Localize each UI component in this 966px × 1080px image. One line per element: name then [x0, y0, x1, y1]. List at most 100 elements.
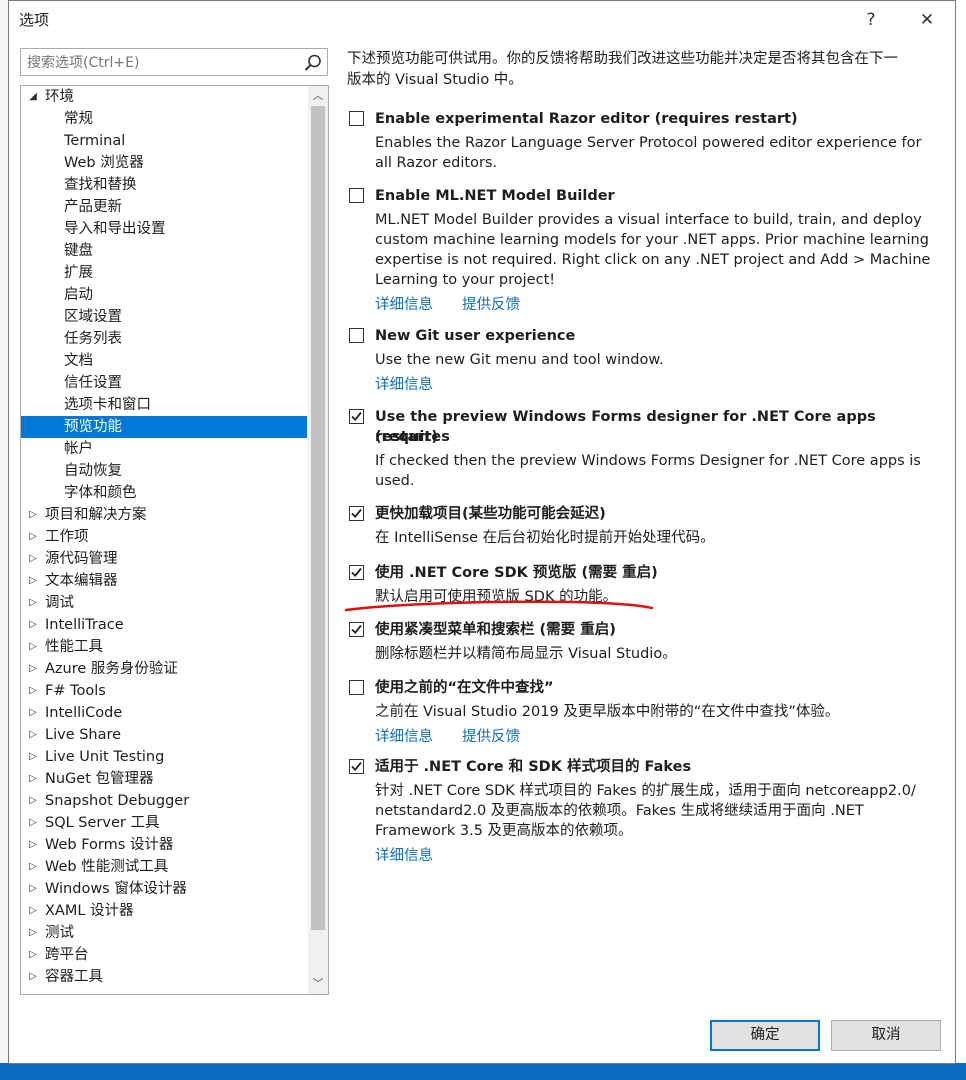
collapsed-arrow-icon[interactable]: ▷: [27, 636, 39, 658]
checkbox-unchecked[interactable]: [349, 111, 364, 126]
scroll-down-icon[interactable]: ﹀: [308, 974, 328, 994]
tree-item[interactable]: ▷ 工作项: [21, 526, 307, 548]
option-title[interactable]: Enable ML.NET Model Builder: [375, 186, 935, 206]
option-title[interactable]: 使用紧凑型菜单和搜索栏 (需要 重启): [375, 620, 935, 640]
tree-item[interactable]: Web 浏览器: [21, 152, 307, 174]
details-link[interactable]: 详细信息: [375, 373, 433, 394]
collapsed-arrow-icon[interactable]: ▷: [27, 900, 39, 922]
tree-item[interactable]: 信任设置: [21, 372, 307, 394]
tree-item[interactable]: ▷ Live Share: [21, 724, 307, 746]
tree-item[interactable]: 扩展: [21, 262, 307, 284]
tree-item[interactable]: 预览功能: [21, 416, 307, 438]
collapsed-arrow-icon[interactable]: ▷: [27, 680, 39, 702]
checkbox-checked[interactable]: [349, 622, 364, 637]
tree-item[interactable]: ▷ F# Tools: [21, 680, 307, 702]
checkbox-checked[interactable]: [349, 409, 364, 424]
tree-item[interactable]: ▷ 源代码管理: [21, 548, 307, 570]
tree-item[interactable]: ▷ 调试: [21, 592, 307, 614]
feedback-link[interactable]: 提供反馈: [462, 293, 520, 314]
scroll-up-icon[interactable]: ︿: [308, 86, 328, 106]
tree-item[interactable]: 字体和颜色: [21, 482, 307, 504]
collapsed-arrow-icon[interactable]: ▷: [27, 658, 39, 680]
tree-item[interactable]: ▷ 文本编辑器: [21, 570, 307, 592]
option-title[interactable]: Enable experimental Razor editor (requir…: [375, 109, 935, 129]
option-title[interactable]: 使用之前的“在文件中查找”: [375, 678, 935, 698]
tree-item[interactable]: Terminal: [21, 130, 307, 152]
tree-scrollbar[interactable]: ︿ ﹀: [308, 86, 328, 994]
tree-item[interactable]: ▷ Azure 服务身份验证: [21, 658, 307, 680]
tree-item[interactable]: ▷ 容器工具: [21, 966, 307, 988]
tree-item[interactable]: 查找和替换: [21, 174, 307, 196]
tree-item[interactable]: 导入和导出设置: [21, 218, 307, 240]
collapsed-arrow-icon[interactable]: ▷: [27, 790, 39, 812]
search-input[interactable]: [25, 52, 299, 74]
tree-item[interactable]: ▷ Snapshot Debugger: [21, 790, 307, 812]
details-link[interactable]: 详细信息: [375, 293, 433, 314]
tree-item[interactable]: 文档: [21, 350, 307, 372]
tree-item[interactable]: ▷ XAML 设计器: [21, 900, 307, 922]
collapsed-arrow-icon[interactable]: ▷: [27, 504, 39, 526]
collapsed-arrow-icon[interactable]: ▷: [27, 878, 39, 900]
option-title[interactable]: restart): [375, 427, 935, 447]
tree-item[interactable]: ▷ Web Forms 设计器: [21, 834, 307, 856]
tree-item[interactable]: 选项卡和窗口: [21, 394, 307, 416]
ok-button[interactable]: 确定: [710, 1020, 820, 1051]
options-search-box[interactable]: [20, 48, 328, 76]
tree-item[interactable]: ▷ SQL Server 工具: [21, 812, 307, 834]
tree-item[interactable]: ▷ NuGet 包管理器: [21, 768, 307, 790]
option-title[interactable]: New Git user experience: [375, 326, 935, 346]
tree-item[interactable]: ▷ 跨平台: [21, 944, 307, 966]
collapsed-arrow-icon[interactable]: ▷: [27, 702, 39, 724]
close-button[interactable]: ✕: [907, 5, 947, 35]
tree-item[interactable]: ▷ 项目和解决方案: [21, 504, 307, 526]
collapsed-arrow-icon[interactable]: ▷: [27, 592, 39, 614]
details-link[interactable]: 详细信息: [375, 844, 433, 865]
help-button[interactable]: ?: [851, 5, 891, 35]
checkbox-checked[interactable]: [349, 759, 364, 774]
collapsed-arrow-icon[interactable]: ▷: [27, 526, 39, 548]
option-title[interactable]: 适用于 .NET Core 和 SDK 样式项目的 Fakes: [375, 757, 935, 777]
cancel-button[interactable]: 取消: [831, 1020, 941, 1051]
tree-item[interactable]: ▷ Web 性能测试工具: [21, 856, 307, 878]
tree-item[interactable]: 帐户: [21, 438, 307, 460]
checkbox-unchecked[interactable]: [349, 680, 364, 695]
tree-item[interactable]: 自动恢复: [21, 460, 307, 482]
feedback-link[interactable]: 提供反馈: [462, 725, 520, 746]
collapsed-arrow-icon[interactable]: ▷: [27, 922, 39, 944]
collapsed-arrow-icon[interactable]: ▷: [27, 548, 39, 570]
search-icon[interactable]: [303, 53, 323, 73]
tree-item[interactable]: ▷ Windows 窗体设计器: [21, 878, 307, 900]
tree-item[interactable]: 产品更新: [21, 196, 307, 218]
collapsed-arrow-icon[interactable]: ▷: [27, 856, 39, 878]
tree-item[interactable]: ▷ Live Unit Testing: [21, 746, 307, 768]
tree-item[interactable]: 常规: [21, 108, 307, 130]
tree-item[interactable]: ▷ IntelliTrace: [21, 614, 307, 636]
tree-item[interactable]: 任务列表: [21, 328, 307, 350]
checkbox-checked[interactable]: [349, 565, 364, 580]
tree-item[interactable]: ◢ 环境: [21, 86, 307, 108]
tree-item[interactable]: 键盘: [21, 240, 307, 262]
tree-item[interactable]: 区域设置: [21, 306, 307, 328]
tree-item[interactable]: 启动: [21, 284, 307, 306]
collapsed-arrow-icon[interactable]: ▷: [27, 944, 39, 966]
collapsed-arrow-icon[interactable]: ▷: [27, 614, 39, 636]
scrollbar-thumb[interactable]: [311, 106, 325, 930]
option-title[interactable]: 更快加载项目(某些功能可能会延迟): [375, 504, 935, 524]
checkbox-unchecked[interactable]: [349, 188, 364, 203]
collapsed-arrow-icon[interactable]: ▷: [27, 746, 39, 768]
tree-item[interactable]: ▷ IntelliCode: [21, 702, 307, 724]
collapsed-arrow-icon[interactable]: ▷: [27, 768, 39, 790]
checkbox-checked[interactable]: [349, 506, 364, 521]
tree-item[interactable]: ▷ 测试: [21, 922, 307, 944]
options-tree[interactable]: ▷ 容器工具 ▷ 跨平台 ▷ 测试 ▷ XAML 设计器 ▷ Windows 窗体设计器 ▷ Web …: [20, 85, 329, 995]
collapsed-arrow-icon[interactable]: ▷: [27, 834, 39, 856]
option-title[interactable]: 使用 .NET Core SDK 预览版 (需要 重启): [375, 563, 935, 583]
checkbox-unchecked[interactable]: [349, 328, 364, 343]
collapsed-arrow-icon[interactable]: ▷: [27, 570, 39, 592]
collapsed-arrow-icon[interactable]: ▷: [27, 966, 39, 988]
expanded-arrow-icon[interactable]: ◢: [27, 86, 39, 108]
tree-item[interactable]: ▷ 性能工具: [21, 636, 307, 658]
collapsed-arrow-icon[interactable]: ▷: [27, 812, 39, 834]
collapsed-arrow-icon[interactable]: ▷: [27, 724, 39, 746]
details-link[interactable]: 详细信息: [375, 725, 433, 746]
